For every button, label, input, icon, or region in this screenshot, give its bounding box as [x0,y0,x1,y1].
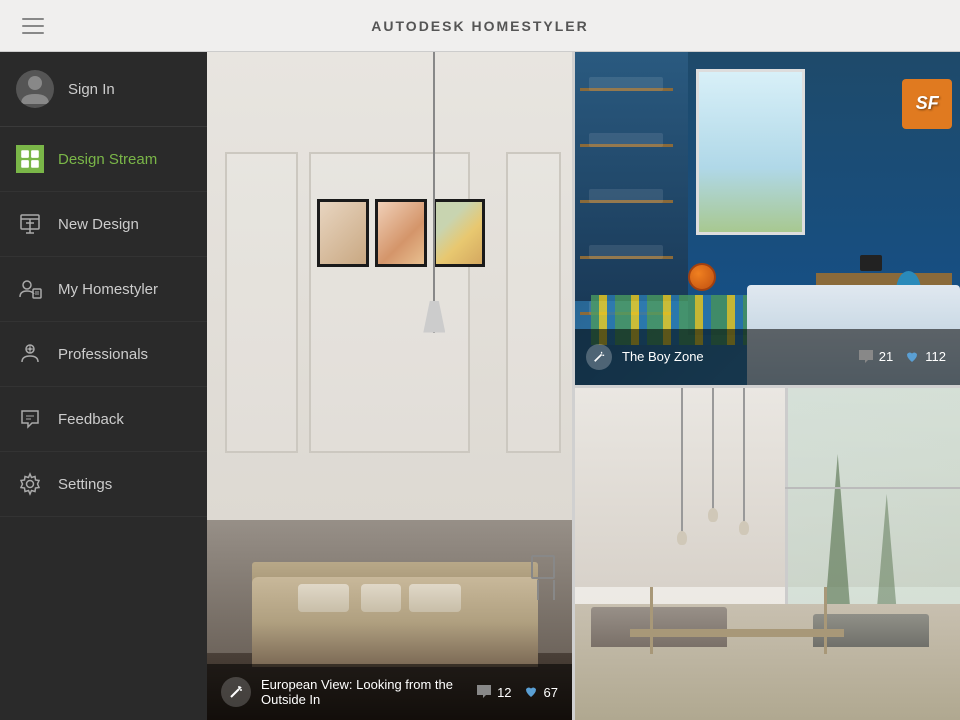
bz-window [696,69,805,235]
bz-shelf-3 [580,200,673,203]
bed [225,537,564,667]
hamburger-line-1 [22,18,44,20]
wand-button-top-right[interactable] [586,344,612,370]
design-stream-icon [16,145,44,173]
bz-shelf-2 [580,144,673,147]
my-homestyler-icon [16,275,44,303]
comment-icon [475,683,493,701]
card-boy-zone-comments: 21 [857,348,893,366]
wall-panel-center [309,152,470,453]
bz-shelf-4 [580,256,673,259]
sidebar-label-settings: Settings [58,476,112,493]
sidebar-item-settings[interactable]: Settings [0,452,207,517]
bedroom-scene [207,52,572,720]
bed-mattress [252,577,537,667]
artwork-group [317,199,485,267]
pillow-1 [298,584,349,612]
artwork-frame-2 [375,199,427,267]
ms-pendant-bulb-2 [708,508,718,522]
main-content: European View: Looking from the Outside … [207,52,960,720]
artwork-frame-3 [433,199,485,267]
app-title-bold: HOMESTYLER [471,18,588,34]
main-comment-count: 12 [497,685,511,700]
ms-table [630,629,843,637]
sidebar-item-new-design[interactable]: New Design [0,192,207,257]
comment-icon-bz [857,348,875,366]
settings-icon [16,470,44,498]
card-main-likes: 67 [522,683,558,701]
ms-table-leg-2 [824,587,827,654]
ms-sofa-1 [591,607,727,647]
ms-pendant-bulb-3 [739,521,749,535]
pillow-3 [409,584,460,612]
card-main-comments: 12 [475,683,511,701]
wall-panel-right [506,152,561,453]
ms-glass-bar [785,487,960,489]
wall-panel-left [225,152,298,453]
right-panel: SF The Boy Zone 21 [572,52,960,720]
sidebar: Sign In Design Stream [0,52,207,720]
sidebar-item-feedback[interactable]: Feedback [0,387,207,452]
person-icon [16,70,54,108]
sidebar-label-my-homestyler: My Homestyler [58,281,158,298]
main-like-count: 67 [544,685,558,700]
card-main-overlay: European View: Looking from the Outside … [207,664,572,720]
sidebar-label-professionals: Professionals [58,346,148,363]
bed-frame [225,537,564,667]
card-boy-zone-title: The Boy Zone [622,349,847,364]
bz-team-logo: SF [902,79,952,129]
hamburger-line-2 [22,25,44,27]
artwork-frame-1 [317,199,369,267]
professionals-icon [16,340,44,368]
hamburger-line-3 [22,32,44,34]
pendant-lamp [433,52,435,333]
wand-button[interactable] [221,677,251,707]
sidebar-item-my-homestyler[interactable]: My Homestyler [0,257,207,322]
wand-icon [229,685,243,699]
new-design-icon [16,210,44,238]
ms-pendant-2 [712,388,714,514]
avatar [16,70,54,108]
hamburger-button[interactable] [16,12,50,40]
sign-in-item[interactable]: Sign In [0,52,207,127]
boy-zone-like-count: 112 [925,349,946,364]
wand-icon-small [593,351,605,363]
sidebar-label-feedback: Feedback [58,411,124,428]
feedback-icon [16,405,44,433]
card-boy-zone[interactable]: SF The Boy Zone 21 [572,52,960,388]
heart-icon [522,683,540,701]
boy-zone-comment-count: 21 [879,349,893,364]
ms-table-leg-1 [650,587,653,654]
ms-pendant-3 [743,388,745,528]
heart-icon-bz [903,348,921,366]
app-header: AUTODESK HOMESTYLER [0,0,960,52]
card-main-bedroom[interactable]: European View: Looking from the Outside … [207,52,572,720]
app-title-regular: AUTODESK [371,18,465,34]
sidebar-label-new-design: New Design [58,216,139,233]
card-boy-zone-likes: 112 [903,348,946,366]
sidebar-item-design-stream[interactable]: Design Stream [0,127,207,192]
app-title: AUTODESK HOMESTYLER [371,18,588,34]
card-main-title: European View: Looking from the Outside … [261,677,465,707]
pillow-2 [361,584,401,612]
nightstand-chair [531,555,561,600]
sidebar-label-design-stream: Design Stream [58,151,157,168]
modern-scene [572,388,960,720]
sidebar-item-professionals[interactable]: Professionals [0,322,207,387]
bz-monitor [860,255,882,271]
card-boy-zone-overlay: The Boy Zone 21 112 [572,329,960,385]
bz-shelf-1 [580,88,673,91]
sign-in-label: Sign In [68,81,115,98]
card-modern-interior[interactable] [572,388,960,720]
ms-pendant-1 [681,388,683,538]
vertical-divider [572,52,575,720]
ms-pendant-bulb-1 [677,531,687,545]
